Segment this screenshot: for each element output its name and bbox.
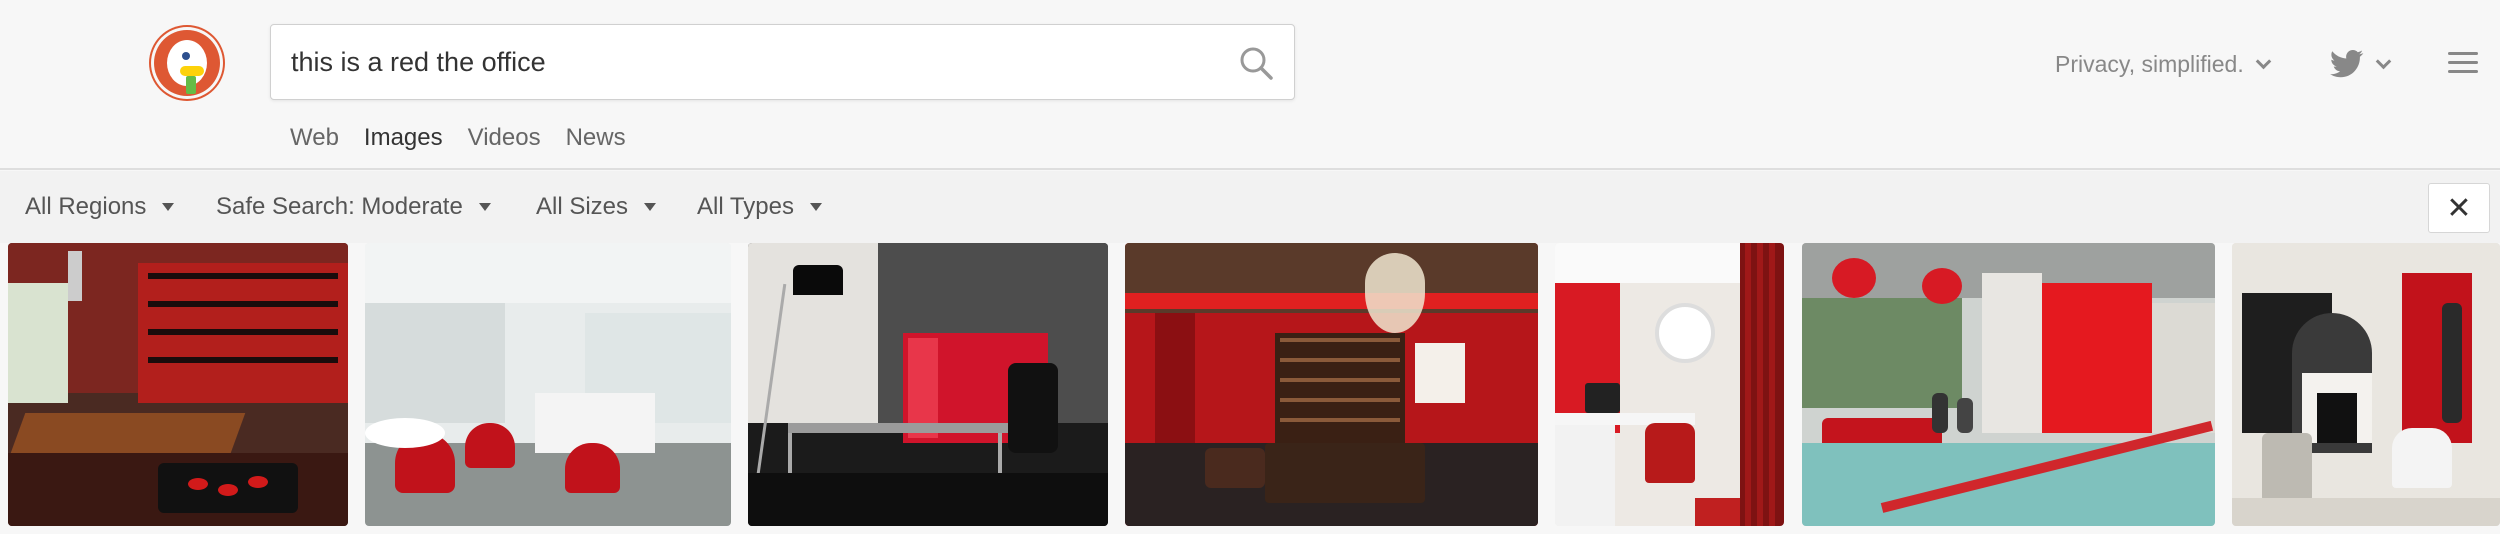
region-filter-label: All Regions (25, 193, 147, 220)
twitter-icon (2330, 50, 2364, 78)
region-filter[interactable]: All Regions (25, 193, 175, 221)
image-shape (1125, 293, 1538, 309)
image-shape (2232, 498, 2500, 526)
image-shape (2442, 303, 2462, 423)
image-shape (365, 303, 505, 423)
logo-duck-tie (186, 76, 196, 94)
image-result-3[interactable] (748, 243, 1108, 526)
twitter-dropdown[interactable] (2330, 44, 2392, 84)
menu-line (2448, 61, 2478, 64)
image-result-2[interactable] (365, 243, 731, 526)
image-shape (2317, 393, 2357, 443)
search-input[interactable] (291, 39, 1191, 85)
image-shape (138, 263, 348, 403)
safe-search-filter[interactable]: Safe Search: Moderate (216, 193, 491, 221)
search-box (270, 24, 1295, 100)
image-shape (2262, 433, 2312, 503)
menu-line (2448, 70, 2478, 73)
safe-search-filter-label: Safe Search: Moderate (216, 193, 463, 220)
image-shape (1415, 343, 1465, 403)
image-shape (8, 283, 68, 403)
image-shape (1802, 443, 2215, 526)
image-shape (1745, 243, 1751, 526)
image-shape (1155, 313, 1195, 443)
filter-bar: All Regions Safe Search: Moderate All Si… (0, 171, 2500, 243)
image-shape (148, 273, 338, 279)
image-shape (1922, 268, 1962, 304)
image-shape (1957, 398, 1973, 433)
caret-down-icon (644, 203, 657, 211)
image-shape (1585, 383, 1620, 413)
image-result-6[interactable] (1802, 243, 2215, 526)
search-icon[interactable] (1238, 45, 1274, 81)
menu-line (2448, 52, 2478, 55)
image-shape (1555, 425, 1615, 526)
image-shape (1645, 423, 1695, 483)
image-shape (1265, 443, 1425, 503)
image-result-4[interactable] (1125, 243, 1538, 526)
size-filter[interactable]: All Sizes (536, 193, 657, 221)
privacy-dropdown[interactable]: Privacy, simplified. (2055, 44, 2272, 84)
tab-images[interactable]: Images (363, 118, 443, 180)
image-shape (465, 423, 515, 468)
privacy-label: Privacy, simplified. (2055, 50, 2244, 77)
image-result-1[interactable] (8, 243, 348, 526)
type-filter[interactable]: All Types (697, 193, 822, 221)
image-shape (1655, 303, 1715, 363)
caret-down-icon (478, 203, 491, 211)
close-icon[interactable]: ✕ (2428, 183, 2490, 233)
image-shape (2392, 428, 2452, 488)
tab-news[interactable]: News (566, 118, 626, 166)
image-shape (2152, 303, 2215, 433)
image-shape (188, 478, 208, 490)
search-tabs: Web Images Videos News (290, 118, 651, 180)
image-shape (158, 463, 298, 513)
chevron-down-icon (2375, 53, 2392, 69)
image-shape (1280, 338, 1400, 342)
image-shape (2042, 283, 2152, 433)
header: Privacy, simplified. Web Images Videos N… (0, 0, 2500, 180)
image-shape (1982, 273, 2042, 433)
image-shape (1275, 333, 1405, 443)
image-shape (1832, 258, 1876, 298)
image-shape (793, 265, 843, 295)
image-shape (1695, 498, 1740, 526)
logo-duck-eye (182, 52, 190, 60)
logo-duck-beak (180, 66, 204, 76)
caret-down-icon (809, 203, 822, 211)
image-shape (365, 418, 445, 448)
caret-down-icon (162, 203, 175, 211)
image-shape (10, 413, 246, 453)
image-shape (788, 423, 1008, 433)
image-shape (1802, 298, 1962, 408)
image-shape (68, 251, 82, 301)
image-shape (1008, 363, 1058, 453)
hamburger-menu-icon[interactable] (2448, 52, 2478, 74)
tab-videos[interactable]: Videos (468, 118, 541, 166)
image-shape (1205, 448, 1265, 488)
duckduckgo-logo[interactable] (154, 30, 220, 96)
size-filter-label: All Sizes (536, 193, 629, 220)
chevron-down-icon (2255, 53, 2272, 69)
tab-web[interactable]: Web (290, 118, 339, 166)
image-shape (1365, 253, 1425, 333)
image-result-7[interactable] (2232, 243, 2500, 526)
image-shape (1932, 393, 1948, 433)
image-shape (365, 243, 731, 303)
image-shape (565, 443, 620, 493)
image-shape (748, 473, 1108, 526)
image-result-5[interactable] (1555, 243, 1784, 526)
type-filter-label: All Types (697, 193, 794, 220)
